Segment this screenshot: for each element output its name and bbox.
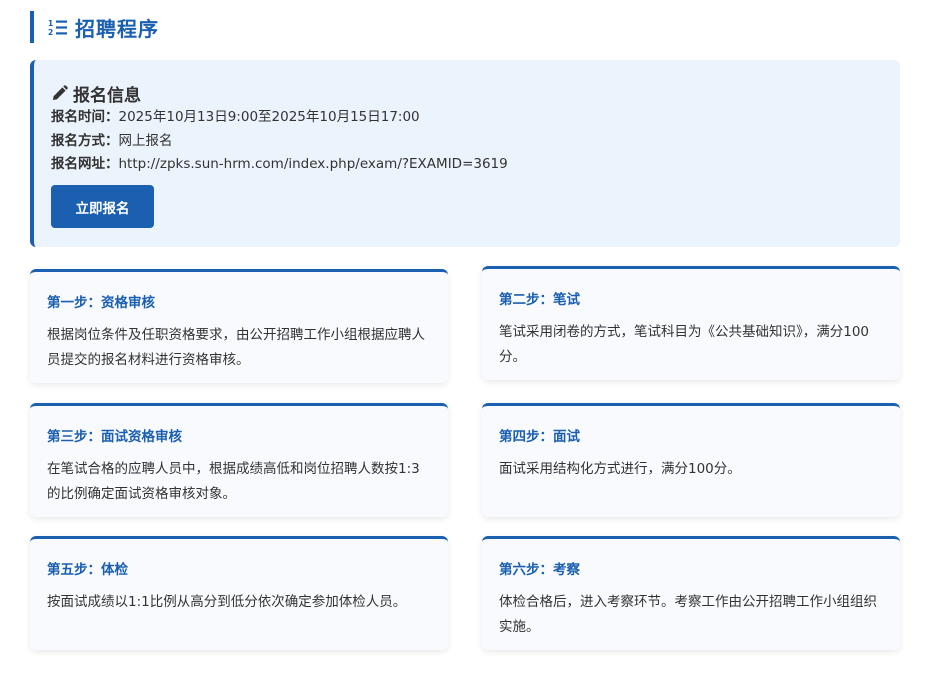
step-title: 第二步：笔试 [499, 292, 580, 308]
step-description: 面试采用结构化方式进行，满分100分。 [499, 461, 741, 477]
step-card-2: 第二步：笔试 笔试采用闭卷的方式，笔试科目为《公共基础知识》，满分100分。 [482, 266, 900, 380]
step-description: 在笔试合格的应聘人员中，根据成绩高低和岗位招聘人数按1:3的比例确定面试资格审核… [47, 461, 420, 502]
registration-url-label: 报名网址： [51, 156, 119, 172]
registration-panel: 报名信息 报名时间： 2025年10月13日9:00至2025年10月15日17… [30, 60, 900, 247]
step-description: 体检合格后，进入考察环节。考察工作由公开招聘工作小组组织实施。 [499, 594, 877, 635]
step-card-6: 第六步：考察 体检合格后，进入考察环节。考察工作由公开招聘工作小组组织实施。 [482, 536, 900, 650]
registration-url-row: 报名网址： http://zpks.sun-hrm.com/index.php/… [51, 153, 882, 177]
section-header: 1 2 招聘程序 [30, 11, 159, 43]
step-description: 笔试采用闭卷的方式，笔试科目为《公共基础知识》，满分100分。 [499, 324, 870, 365]
svg-text:1: 1 [48, 19, 53, 28]
registration-time-row: 报名时间： 2025年10月13日9:00至2025年10月15日17:00 [51, 106, 882, 130]
step-title: 第五步：体检 [47, 562, 128, 578]
registration-method-value: 网上报名 [118, 132, 173, 149]
registration-method-row: 报名方式： 网上报名 [51, 130, 882, 154]
step-card-3: 第三步：面试资格审核 在笔试合格的应聘人员中，根据成绩高低和岗位招聘人数按1:3… [30, 403, 448, 517]
numbered-list-icon: 1 2 [48, 19, 67, 37]
registration-header: 报名信息 [51, 80, 882, 106]
step-description: 根据岗位条件及任职资格要求，由公开招聘工作小组根据应聘人员提交的报名材料进行资格… [47, 327, 425, 368]
step-card-5: 第五步：体检 按面试成绩以1:1比例从高分到低分依次确定参加体检人员。 [30, 536, 448, 650]
registration-method-label: 报名方式： [51, 132, 119, 149]
step-title: 第三步：面试资格审核 [47, 429, 182, 445]
registration-time-value: 2025年10月13日9:00至2025年10月15日17:00 [118, 109, 420, 125]
step-title: 第六步：考察 [499, 562, 580, 578]
step-title: 第一步：资格审核 [47, 295, 155, 311]
step-card-1: 第一步：资格审核 根据岗位条件及任职资格要求，由公开招聘工作小组根据应聘人员提交… [30, 269, 448, 383]
registration-title: 报名信息 [73, 85, 141, 106]
step-card-4: 第四步：面试 面试采用结构化方式进行，满分100分。 [482, 403, 900, 517]
registration-url-value: http://zpks.sun-hrm.com/index.php/exam/?… [118, 156, 508, 172]
section-title: 招聘程序 [75, 16, 159, 41]
step-title: 第四步：面试 [499, 429, 580, 445]
step-description: 按面试成绩以1:1比例从高分到低分依次确定参加体检人员。 [47, 594, 407, 610]
pencil-icon [53, 84, 68, 100]
registration-time-label: 报名时间： [51, 109, 119, 125]
svg-text:2: 2 [48, 28, 53, 37]
register-now-button[interactable]: 立即报名 [51, 185, 154, 228]
